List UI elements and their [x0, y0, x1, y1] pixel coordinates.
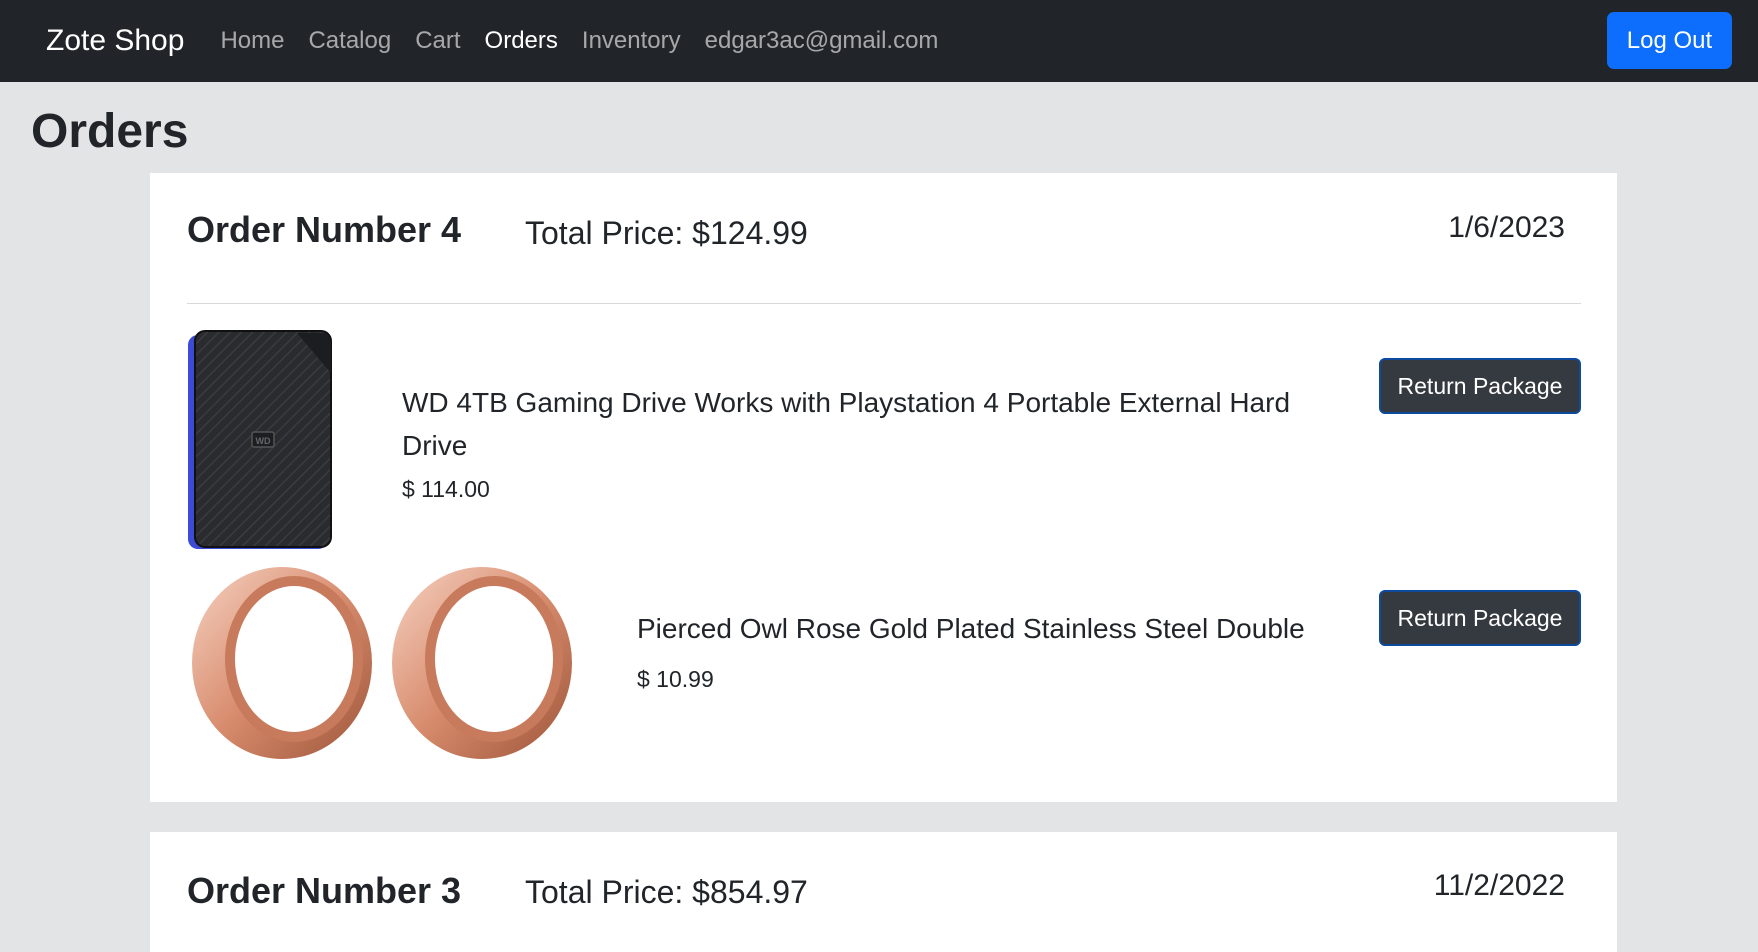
nav-inventory[interactable]: Inventory: [582, 27, 681, 55]
order-date: 11/2/2022: [1433, 869, 1565, 902]
item-name: Pierced Owl Rose Gold Plated Stainless S…: [637, 613, 1305, 644]
return-package-button[interactable]: Return Package: [1379, 590, 1581, 646]
return-package-button[interactable]: Return Package: [1379, 358, 1581, 414]
item-price: $ 114.00: [402, 476, 490, 502]
hard-drive-image: WD: [188, 330, 332, 549]
svg-text:WD: WD: [256, 436, 271, 446]
order-title: Order Number 3: [187, 870, 462, 911]
order-divider: [187, 303, 1581, 304]
rose-gold-tunnels-image: [192, 567, 572, 759]
item-name: WD 4TB Gaming Drive Works with Playstati…: [402, 387, 1291, 461]
user-email: edgar3ac@gmail.com: [704, 27, 939, 54]
nav-cart[interactable]: Cart: [415, 27, 460, 55]
order-title: Order Number 4: [187, 209, 462, 250]
nav-catalog[interactable]: Catalog: [308, 27, 391, 55]
item-price: $ 10.99: [637, 666, 714, 692]
order-total: Total Price: $124.99: [525, 215, 808, 251]
brand-link[interactable]: Zote Shop: [46, 24, 184, 58]
logout-button[interactable]: Log Out: [1607, 12, 1732, 69]
top-navbar: Zote Shop Home Catalog Cart Orders Inven…: [0, 0, 1758, 82]
nav-home[interactable]: Home: [220, 27, 284, 55]
page-title: Orders: [31, 105, 189, 158]
order-date: 1/6/2023: [1448, 211, 1565, 244]
order-card: Order Number 4 Total Price: $124.99 1/6/…: [150, 173, 1617, 802]
order-total: Total Price: $854.97: [525, 874, 808, 910]
order-card: Order Number 3 Total Price: $854.97 11/2…: [150, 832, 1617, 952]
nav-orders[interactable]: Orders: [485, 27, 558, 55]
